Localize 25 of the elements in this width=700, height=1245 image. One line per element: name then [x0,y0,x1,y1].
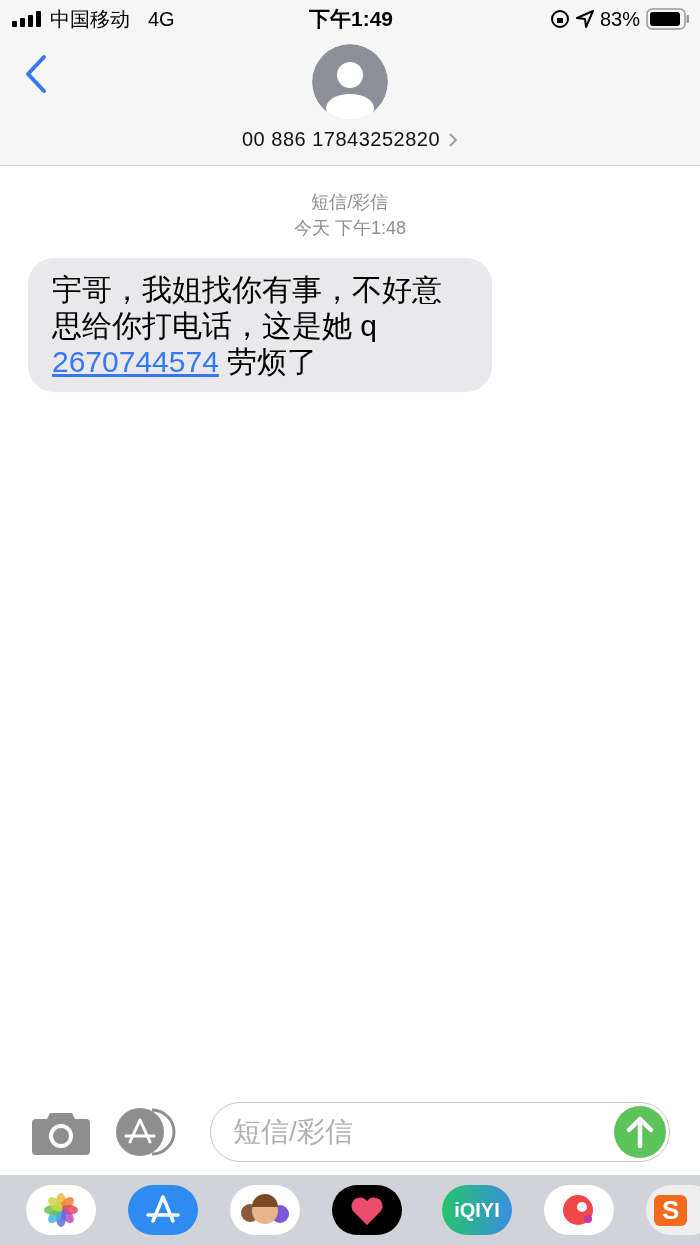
service-label: 短信/彩信 [311,191,389,214]
phone-link[interactable]: 2670744574 [52,345,219,378]
message-input[interactable]: 短信/彩信 [210,1102,670,1162]
sogou-app-icon[interactable]: S [646,1185,700,1235]
photos-app-icon[interactable] [26,1185,96,1235]
send-icon[interactable] [614,1106,666,1158]
battery-icon [646,8,690,30]
signal-icon [12,11,44,27]
rotation-lock-icon [549,9,570,29]
avatar-icon[interactable] [312,44,388,120]
status-time: 下午1:49 [309,6,393,32]
message-timestamp: 今天 下午1:48 [293,217,406,240]
iqiyi-app-icon[interactable]: iQIYI [442,1185,512,1235]
location-icon [575,10,594,28]
message-text: 宇哥，我姐找你有事，不好意思给你打电话，这是她 q 2670744574 劳烦了 [52,272,443,380]
heart-app-icon[interactable] [332,1185,402,1235]
chevron-icon [448,131,459,148]
app-store-app-icon[interactable] [128,1185,198,1235]
memoji-app-icon[interactable] [230,1185,300,1235]
contact-name[interactable]: 00 886 17843252820 [241,128,459,151]
network-type: 4G [148,7,175,31]
battery-percent: 83% [599,7,640,31]
carrier-name: 中国移动 [50,6,130,32]
back-icon[interactable] [24,54,48,94]
bird-app-icon[interactable] [544,1185,614,1235]
